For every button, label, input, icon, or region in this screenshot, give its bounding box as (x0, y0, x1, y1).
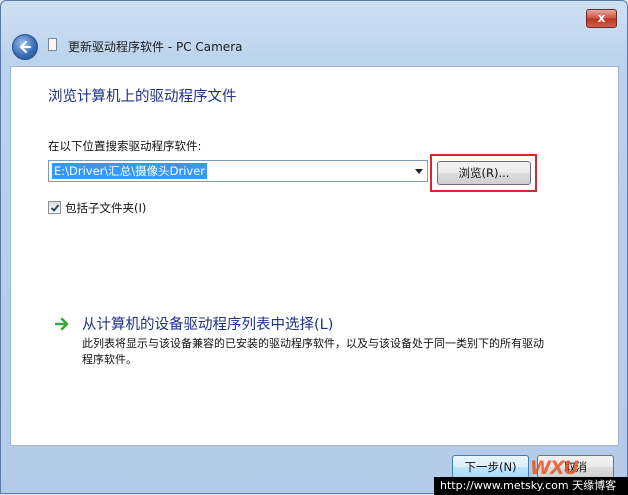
path-combobox[interactable]: E:\Driver\汇总\摄像头Driver (48, 160, 428, 182)
back-arrow-icon (19, 40, 32, 54)
pick-from-list-description: 此列表将显示与该设备兼容的已安装的驱动程序软件，以及与该设备处于同一类别下的所有… (82, 337, 544, 366)
document-icon (48, 38, 57, 51)
window-title: 更新驱动程序软件 - PC Camera (68, 40, 243, 54)
content-panel: 浏览计算机上的驱动程序文件 在以下位置搜索驱动程序软件: E:\Driver\汇… (10, 66, 619, 446)
back-button[interactable] (12, 34, 38, 60)
pick-from-list-title[interactable]: 从计算机的设备驱动程序列表中选择(L) (82, 313, 333, 334)
watermark-logo: WXU (530, 457, 579, 479)
dialog-window: x 更新驱动程序软件 - PC Camera 浏览计算机上的驱动程序文件 在以下… (0, 0, 628, 495)
watermark-url-bar: http://www.metsky.com 天缘博客 (434, 477, 628, 495)
green-arrow-icon (55, 317, 69, 331)
search-location-label: 在以下位置搜索驱动程序软件: (48, 139, 202, 153)
close-icon: x (597, 11, 606, 25)
next-button[interactable]: 下一步(N) (452, 455, 529, 479)
close-button[interactable]: x (586, 9, 617, 28)
include-subfolders-label[interactable]: 包括子文件夹(I) (65, 200, 146, 216)
include-subfolders-checkbox[interactable] (48, 201, 61, 214)
checkmark-icon (50, 204, 60, 212)
pick-from-list-link[interactable]: 从计算机的设备驱动程序列表中选择(L) 此列表将显示与该设备兼容的已安装的驱动程… (55, 313, 575, 373)
chevron-down-icon[interactable] (415, 169, 423, 174)
browse-button[interactable]: 浏览(R)... (437, 161, 531, 185)
page-heading: 浏览计算机上的驱动程序文件 (48, 89, 237, 105)
path-input-value[interactable]: E:\Driver\汇总\摄像头Driver (52, 163, 208, 179)
